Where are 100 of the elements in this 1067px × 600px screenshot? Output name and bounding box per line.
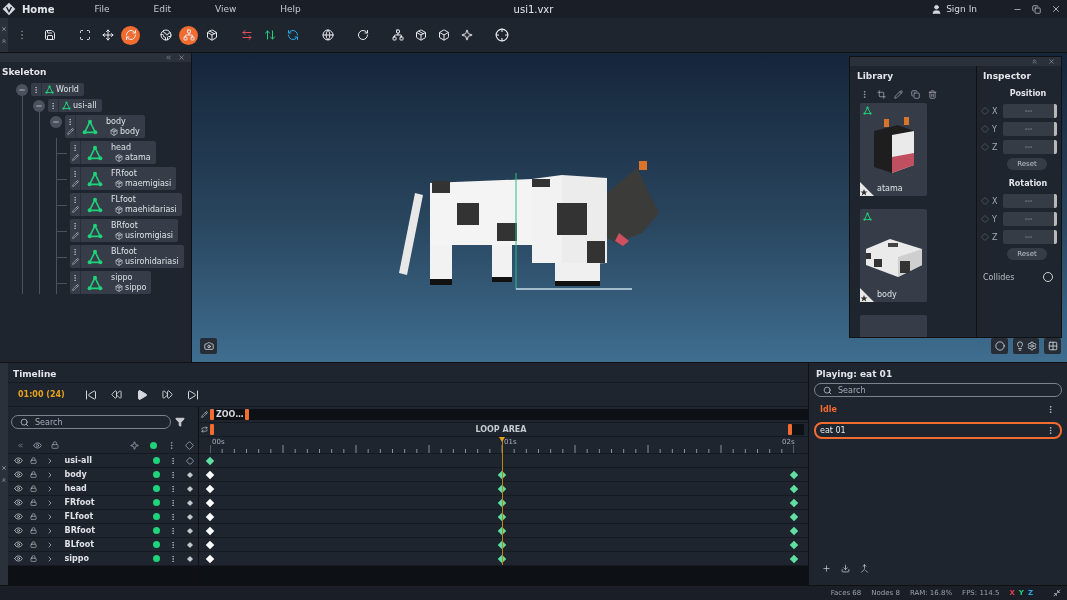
menu-item[interactable]: View [214, 4, 237, 14]
search-input[interactable]: Search [35, 417, 155, 427]
menu-item[interactable]: File [94, 4, 110, 14]
eye-icon[interactable] [32, 440, 42, 450]
lighting-button[interactable] [1013, 338, 1039, 354]
collapse-icon[interactable] [16, 441, 24, 449]
track-name[interactable]: FRfoot [64, 498, 149, 507]
more-icon[interactable] [71, 274, 79, 282]
library-card[interactable]: atama [860, 103, 927, 196]
sphere-button[interactable] [991, 338, 1008, 354]
pencil-icon[interactable] [71, 232, 79, 239]
bone-card[interactable]: BLfoot usirohidariasi [70, 245, 184, 268]
more-icon[interactable] [66, 118, 74, 126]
collapse-icon[interactable] [1, 477, 7, 483]
animation-item[interactable]: eat 01 [814, 422, 1062, 439]
more-icon[interactable] [1046, 405, 1055, 414]
more-icon[interactable] [71, 144, 79, 152]
animation-item[interactable]: Idle [814, 401, 1062, 418]
more-icon[interactable] [71, 170, 79, 178]
library-card[interactable]: body [860, 209, 927, 302]
pencil-icon[interactable] [894, 90, 903, 99]
status-dot[interactable] [153, 499, 161, 506]
status-dot[interactable] [153, 527, 161, 534]
keyframe-marker[interactable] [205, 484, 215, 494]
pencil-icon[interactable] [71, 154, 79, 161]
merge-icon[interactable] [860, 564, 869, 573]
copy-icon[interactable] [911, 90, 920, 99]
collapse-button[interactable] [16, 84, 28, 96]
status-dot[interactable] [153, 541, 161, 548]
lock-icon[interactable] [30, 485, 38, 492]
bone-card[interactable]: FRfoot maemigiasi [70, 167, 177, 190]
pencil-icon[interactable] [201, 411, 208, 418]
more-icon[interactable] [860, 90, 869, 99]
keyframe-marker[interactable] [205, 540, 215, 550]
rotate-icon[interactable] [121, 25, 140, 45]
crop-icon[interactable] [877, 90, 886, 99]
play-button[interactable] [135, 388, 148, 401]
keyframe-marker[interactable] [789, 554, 799, 564]
status-dot[interactable] [153, 457, 161, 464]
pencil-icon[interactable] [66, 128, 74, 135]
status-dot[interactable] [153, 485, 161, 492]
eye-icon[interactable] [13, 526, 23, 535]
track-name[interactable]: head [64, 484, 149, 493]
grid-button[interactable] [1044, 338, 1061, 354]
app-name[interactable]: Home [22, 3, 55, 15]
pencil-icon[interactable] [71, 284, 79, 291]
more-icon[interactable] [71, 222, 79, 230]
keyframe-marker[interactable] [205, 512, 215, 522]
zoom-bar[interactable]: ZOO… [210, 409, 808, 420]
lock-icon[interactable] [51, 441, 59, 449]
node-card[interactable]: usi-all [48, 99, 102, 112]
eye-icon[interactable] [13, 554, 23, 563]
lock-icon[interactable] [30, 527, 38, 534]
close-icon[interactable] [1, 465, 7, 471]
keyframe-marker[interactable] [205, 554, 215, 564]
download-icon[interactable] [841, 564, 850, 573]
lock-icon[interactable] [30, 457, 38, 464]
keyframe-marker[interactable] [789, 498, 799, 508]
menu-item[interactable]: Help [280, 4, 301, 14]
eye-icon[interactable] [13, 512, 23, 521]
add-icon[interactable] [822, 564, 831, 573]
collapse-button[interactable] [50, 116, 62, 128]
more-icon[interactable] [49, 101, 57, 110]
keyframe-marker[interactable] [789, 512, 799, 522]
bone-card[interactable]: BRfoot usiromigiasi [70, 219, 179, 242]
bone-card[interactable]: body body [65, 115, 145, 138]
lock-icon[interactable] [30, 513, 38, 520]
search-input[interactable]: Search [838, 385, 1029, 395]
filter-icon[interactable] [175, 417, 185, 427]
more-icon[interactable] [71, 248, 79, 256]
loop-icon[interactable] [201, 426, 208, 433]
status-dot[interactable] [149, 441, 157, 449]
eye-icon[interactable] [13, 484, 23, 493]
pencil-icon[interactable] [71, 180, 79, 187]
keyframe-marker[interactable] [205, 498, 215, 508]
bone-card[interactable]: head atama [70, 141, 156, 164]
more-icon[interactable] [32, 85, 40, 94]
eye-icon[interactable] [13, 540, 23, 549]
track-name[interactable]: usi-all [64, 456, 149, 465]
track-name[interactable]: FLfoot [64, 512, 149, 521]
keyframe-marker[interactable] [789, 526, 799, 536]
pencil-icon[interactable] [71, 258, 79, 265]
close-icon[interactable] [1, 26, 7, 32]
pencil-icon[interactable] [71, 206, 79, 213]
bone-card[interactable]: FLfoot maehidariasi [70, 193, 182, 216]
eye-icon[interactable] [13, 456, 23, 465]
status-dot[interactable] [153, 555, 161, 562]
keyframe-marker[interactable] [205, 526, 215, 536]
restore-icon[interactable] [1032, 4, 1041, 14]
lock-icon[interactable] [30, 499, 38, 506]
collapse-icon[interactable] [1, 38, 7, 44]
skip-end-button[interactable] [186, 388, 199, 401]
track-name[interactable]: BRfoot [64, 526, 149, 535]
track-name[interactable]: sippo [64, 554, 149, 563]
trash-icon[interactable] [928, 90, 937, 99]
lock-icon[interactable] [30, 555, 38, 562]
status-dot[interactable] [153, 471, 161, 478]
track-name[interactable]: BLfoot [64, 540, 149, 549]
more-icon[interactable] [1046, 426, 1055, 435]
lock-icon[interactable] [30, 471, 38, 478]
